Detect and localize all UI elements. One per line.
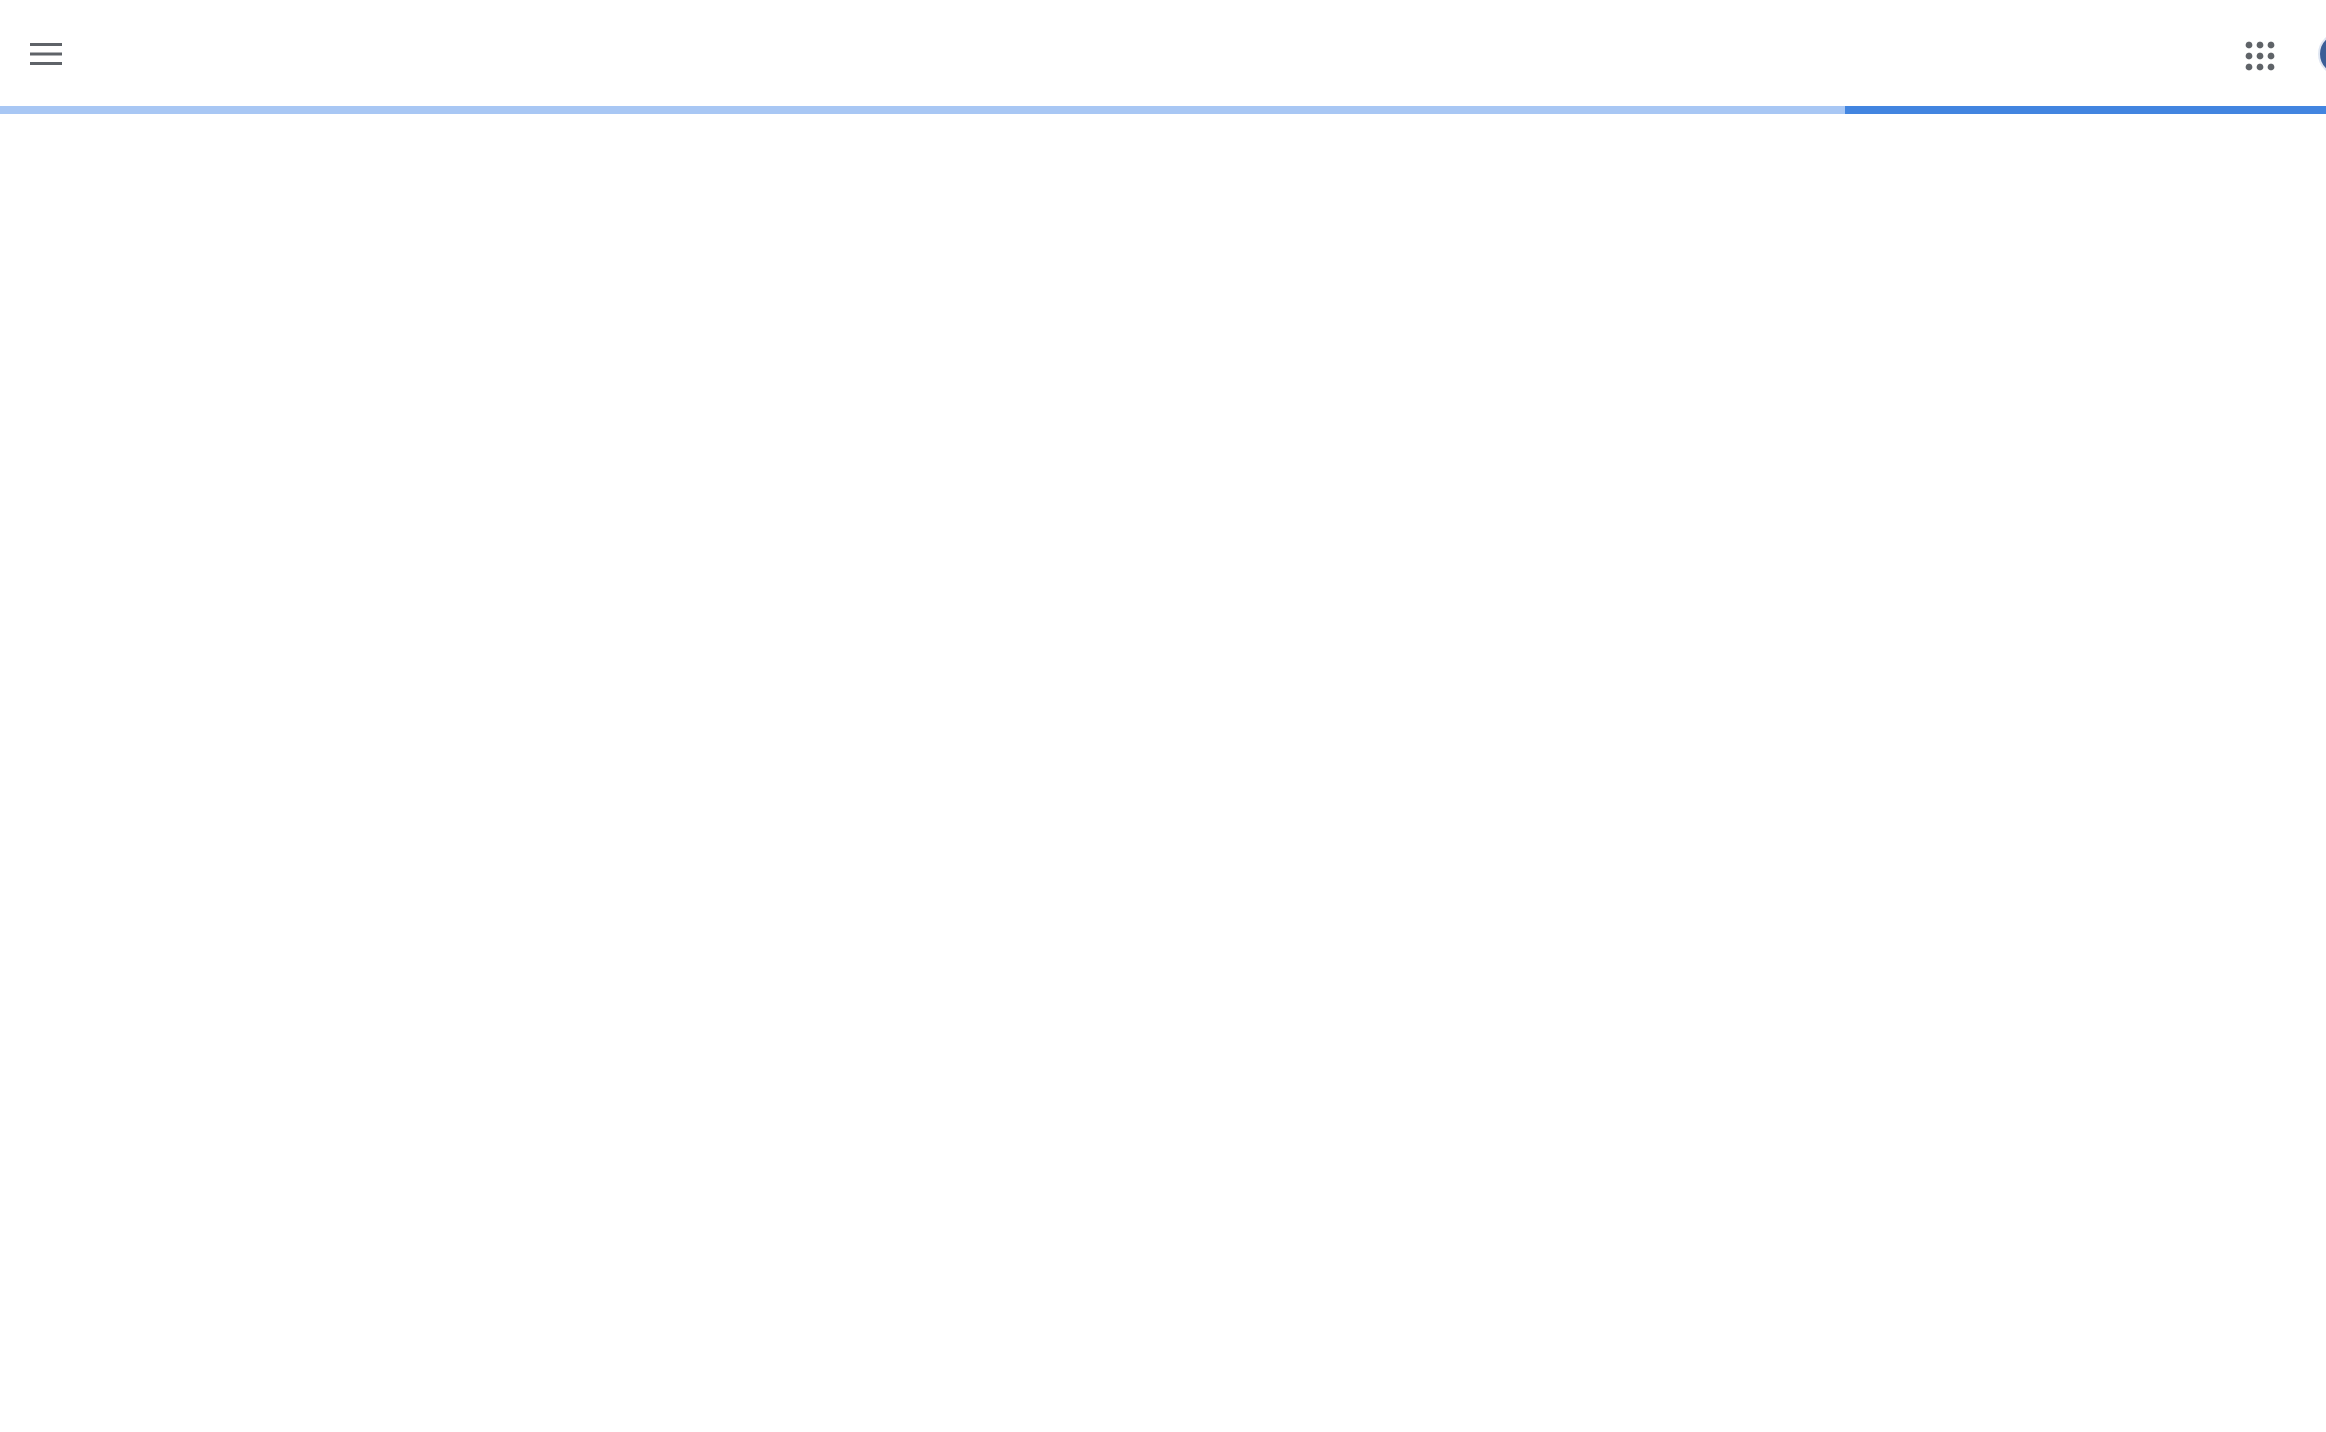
account-avatar[interactable] — [2318, 32, 2326, 76]
app-window — [0, 0, 2326, 1432]
loading-progress-bar — [0, 106, 2326, 114]
google-apps-button[interactable] — [2232, 28, 2288, 84]
top-app-bar — [0, 0, 2326, 106]
main-menu-button[interactable] — [18, 26, 74, 82]
hamburger-menu-icon — [30, 43, 62, 65]
main-content-area — [0, 114, 2326, 1432]
apps-grid-icon — [2245, 41, 2275, 71]
loading-progress-indicator — [1845, 106, 2326, 114]
